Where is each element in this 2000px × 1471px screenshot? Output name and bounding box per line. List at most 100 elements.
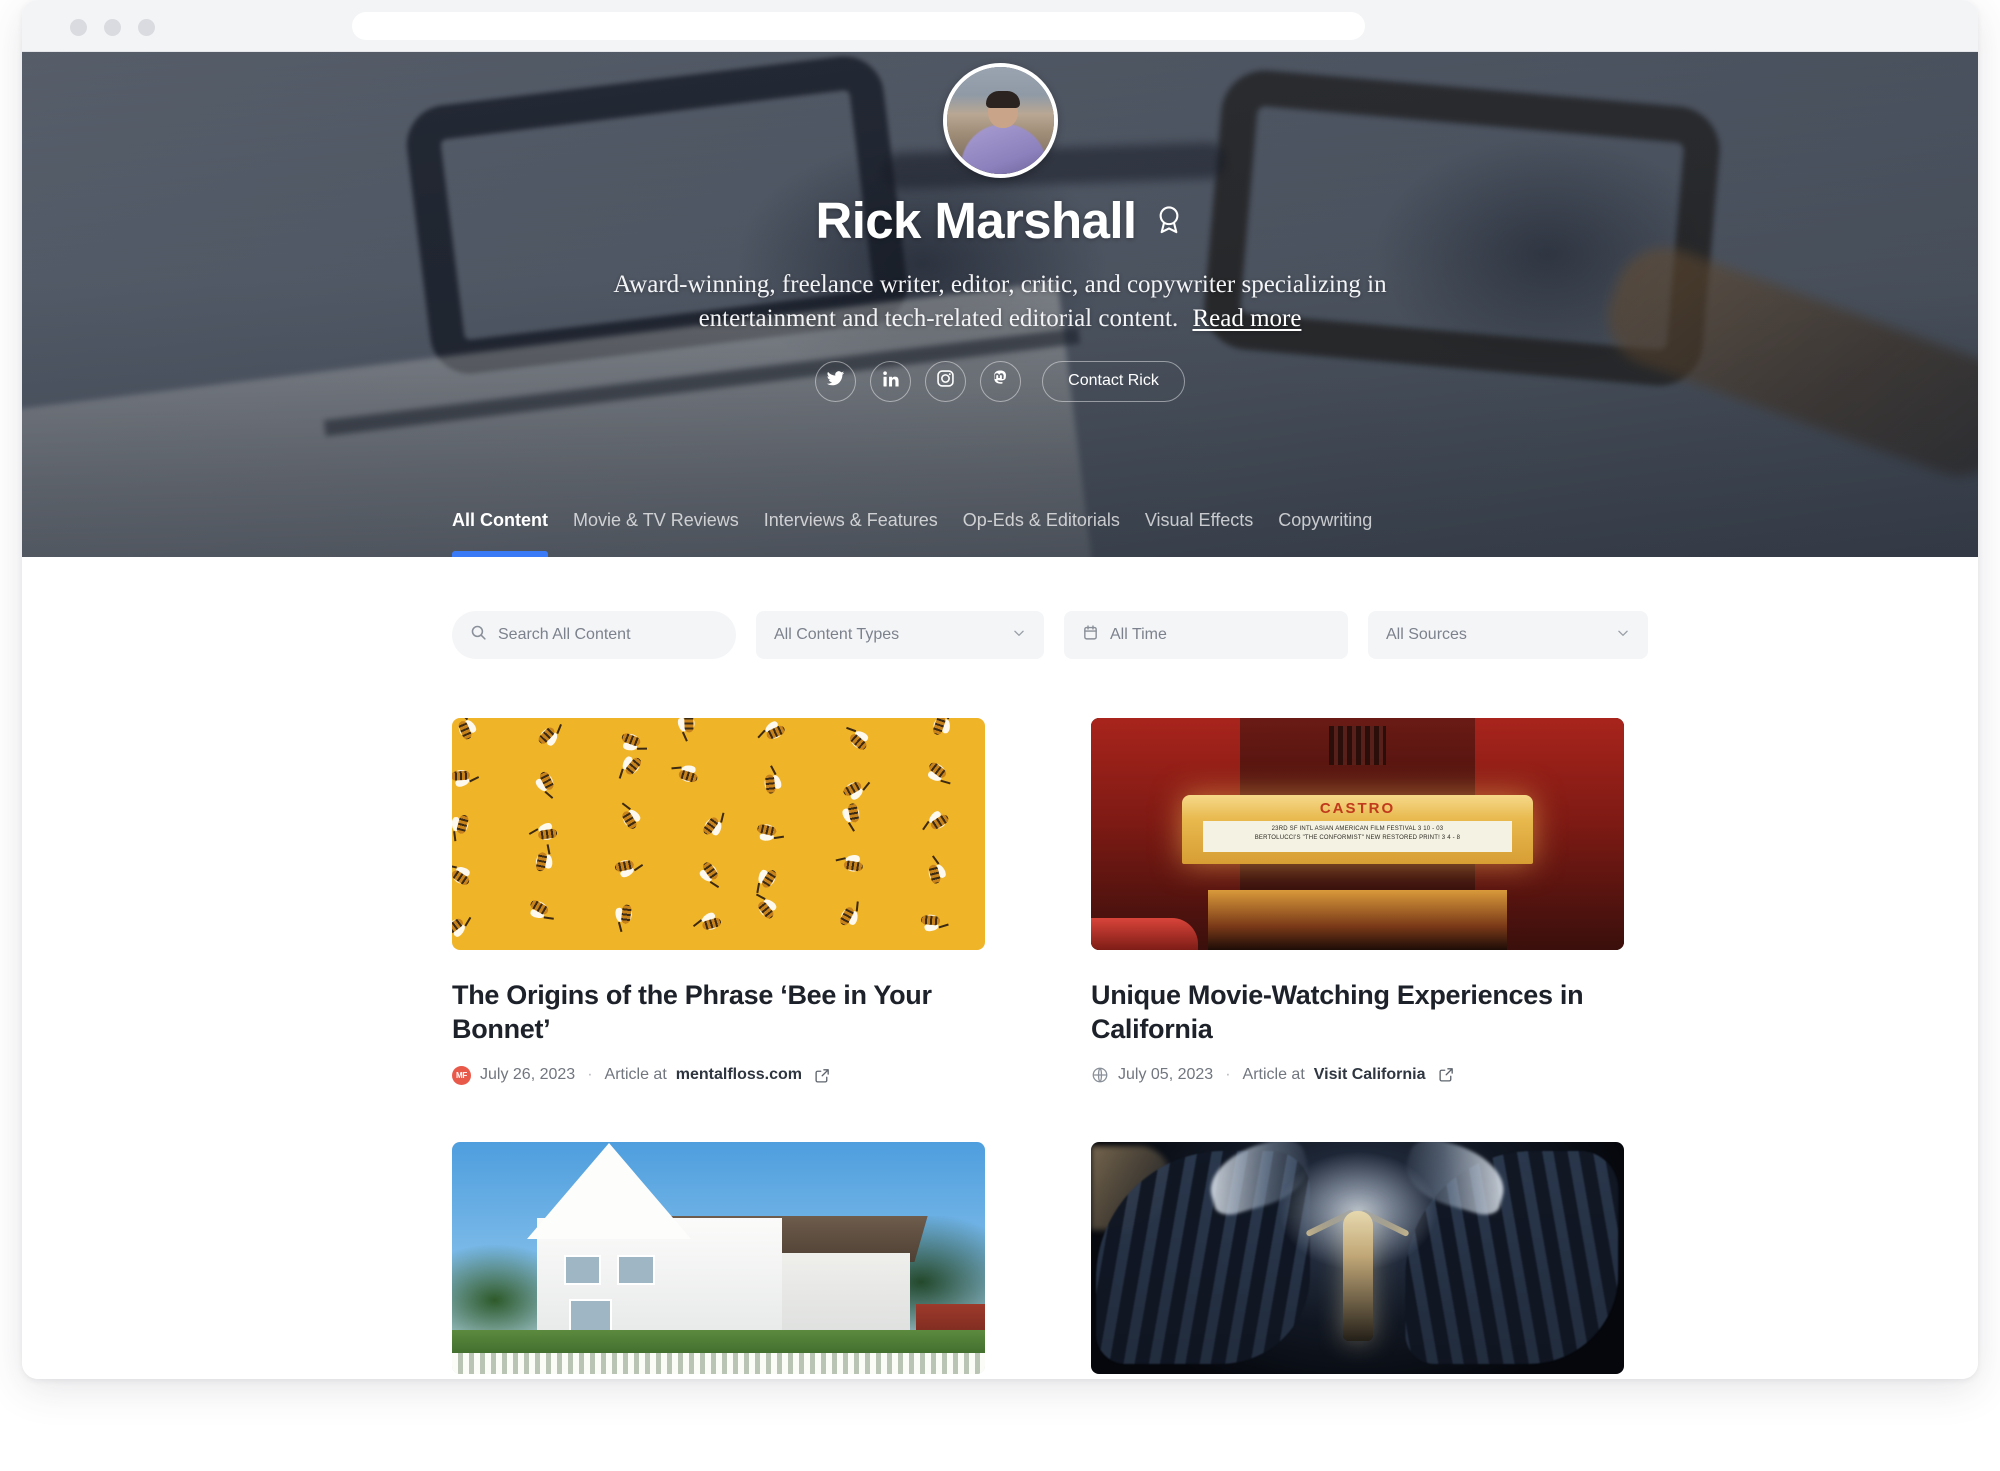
house-gable-decoration — [526, 1143, 691, 1240]
content-card[interactable] — [1091, 1141, 1624, 1379]
bee-illustration — [614, 903, 635, 932]
meta-separator: · — [1225, 1065, 1231, 1083]
bee-illustration — [455, 718, 479, 742]
active-tab-underline — [452, 551, 548, 557]
avatar[interactable] — [942, 63, 1058, 178]
tab-all-content[interactable]: All Content — [452, 510, 573, 557]
meta-separator: · — [587, 1066, 593, 1084]
content-card[interactable]: CASTRO 23RD SF INTL ASIAN AMERICAN FILM … — [1091, 718, 1624, 1085]
calendar-icon — [1082, 624, 1099, 646]
bee-illustration — [755, 822, 784, 842]
bee-illustration — [613, 859, 644, 880]
hero-content: Rick Marshall Award-winning, freelance w… — [22, 52, 1978, 557]
card-source[interactable]: Visit California — [1314, 1066, 1426, 1084]
bee-illustration — [619, 731, 648, 752]
bee-illustration — [835, 854, 864, 874]
card-source-prefix: Article at — [1242, 1065, 1305, 1083]
bee-illustration — [452, 769, 480, 789]
bee-illustration — [843, 726, 870, 753]
address-bar[interactable] — [352, 12, 1365, 40]
card-thumbnail-vfx-winged-figure[interactable] — [1091, 1141, 1624, 1374]
social-link-linkedin[interactable] — [870, 360, 912, 402]
bee-illustration — [618, 802, 643, 831]
twitter-icon — [826, 369, 845, 393]
bee-illustration — [925, 761, 952, 786]
tab-label: Op-Eds & Editorials — [962, 510, 1120, 530]
card-thumbnail-bee-pattern[interactable] — [452, 718, 985, 950]
search-input-placeholder: Search All Content — [498, 626, 631, 643]
avatar-photo — [946, 67, 1054, 174]
bee-illustration — [698, 860, 723, 889]
contact-button[interactable]: Contact Rick — [1042, 360, 1185, 402]
page-title: Rick Marshall — [815, 192, 1137, 249]
tab-label: Visual Effects — [1144, 510, 1254, 530]
tab-op-eds-editorials[interactable]: Op-Eds & Editorials — [963, 510, 1145, 557]
vfx-central-figure-decoration — [1342, 1211, 1373, 1342]
content-card[interactable] — [452, 1141, 985, 1379]
castro-car-decoration — [1091, 917, 1198, 950]
card-meta: MF July 26, 2023 · Article at mentalflos… — [452, 1065, 985, 1085]
mastodon-icon — [991, 369, 1010, 393]
window-maximize-button[interactable] — [138, 19, 155, 36]
card-thumbnail-victorian-house[interactable] — [452, 1141, 985, 1374]
card-date: July 26, 2023 — [480, 1066, 576, 1084]
tab-copywriting[interactable]: Copywriting — [1278, 510, 1397, 557]
castro-sign-text: CASTRO — [1319, 800, 1396, 818]
bee-illustration — [840, 802, 860, 832]
chevron-down-icon — [1616, 626, 1630, 645]
search-input[interactable]: Search All Content — [452, 611, 736, 659]
bee-illustration — [931, 718, 950, 738]
profile-name-row: Rick Marshall — [815, 191, 1184, 250]
social-link-mastodon[interactable] — [980, 360, 1022, 402]
window-minimize-button[interactable] — [104, 19, 121, 36]
content-tabs: All Content Movie & TV Reviews Interview… — [452, 510, 1397, 557]
content-type-select[interactable]: All Content Types — [756, 611, 1044, 659]
tab-interviews-features[interactable]: Interviews & Features — [764, 510, 963, 557]
external-link-icon[interactable] — [814, 1067, 831, 1084]
card-source-prefix: Article at — [604, 1066, 667, 1084]
bee-illustration — [922, 809, 951, 834]
award-ribbon-icon — [1153, 204, 1185, 238]
bee-illustration — [534, 770, 558, 800]
bee-illustration — [534, 844, 554, 874]
time-range-value: All Time — [1110, 626, 1167, 643]
card-meta: July 05, 2023 · Article at Visit Califor… — [1091, 1066, 1624, 1084]
read-more-link[interactable]: Read more — [1192, 305, 1301, 332]
bee-illustration — [693, 910, 723, 932]
content-card[interactable]: The Origins of the Phrase ‘Bee in Your B… — [452, 718, 985, 1085]
search-icon — [470, 624, 487, 646]
content-type-value: All Content Types — [774, 626, 900, 643]
social-link-twitter[interactable] — [815, 360, 857, 402]
bee-illustration — [838, 900, 860, 928]
bee-illustration — [528, 821, 559, 841]
sources-select[interactable]: All Sources — [1368, 611, 1648, 659]
bee-illustration — [536, 721, 563, 748]
tab-label: Interviews & Features — [763, 510, 938, 530]
content-panel: Search All Content All Content Types All… — [382, 570, 1702, 1379]
tab-label: All Content — [452, 510, 548, 530]
bee-illustration — [841, 778, 870, 803]
house-window-decoration — [617, 1255, 655, 1286]
page-viewport: Rick Marshall Award-winning, freelance w… — [22, 52, 1978, 1379]
card-source[interactable]: mentalfloss.com — [676, 1066, 802, 1084]
linkedin-icon — [882, 370, 900, 393]
castro-marquee-line-2: BERTOLUCCI'S "THE CONFORMIST" NEW RESTOR… — [1254, 834, 1461, 841]
instagram-icon — [936, 369, 955, 393]
bee-illustration — [756, 719, 786, 743]
castro-marquee-line-1: 23RD SF INTL ASIAN AMERICAN FILM FESTIVA… — [1271, 825, 1444, 832]
tab-movie-tv-reviews[interactable]: Movie & TV Reviews — [573, 510, 764, 557]
bee-illustration — [527, 898, 555, 921]
profile-tagline: Award-winning, freelance writer, editor,… — [605, 268, 1395, 336]
window-close-button[interactable] — [70, 19, 87, 36]
browser-titlebar — [22, 0, 1978, 52]
castro-marquee-board: 23RD SF INTL ASIAN AMERICAN FILM FESTIVA… — [1202, 820, 1513, 852]
card-thumbnail-castro-theatre[interactable]: CASTRO 23RD SF INTL ASIAN AMERICAN FILM … — [1091, 718, 1624, 950]
tab-visual-effects[interactable]: Visual Effects — [1145, 510, 1278, 557]
castro-grille-decoration — [1329, 725, 1386, 765]
content-card-grid: The Origins of the Phrase ‘Bee in Your B… — [452, 718, 1632, 1379]
sources-value: All Sources — [1386, 626, 1467, 643]
external-link-icon[interactable] — [1438, 1066, 1455, 1083]
tab-label: Movie & TV Reviews — [573, 510, 739, 530]
time-range-select[interactable]: All Time — [1064, 611, 1348, 659]
social-link-instagram[interactable] — [925, 360, 967, 402]
